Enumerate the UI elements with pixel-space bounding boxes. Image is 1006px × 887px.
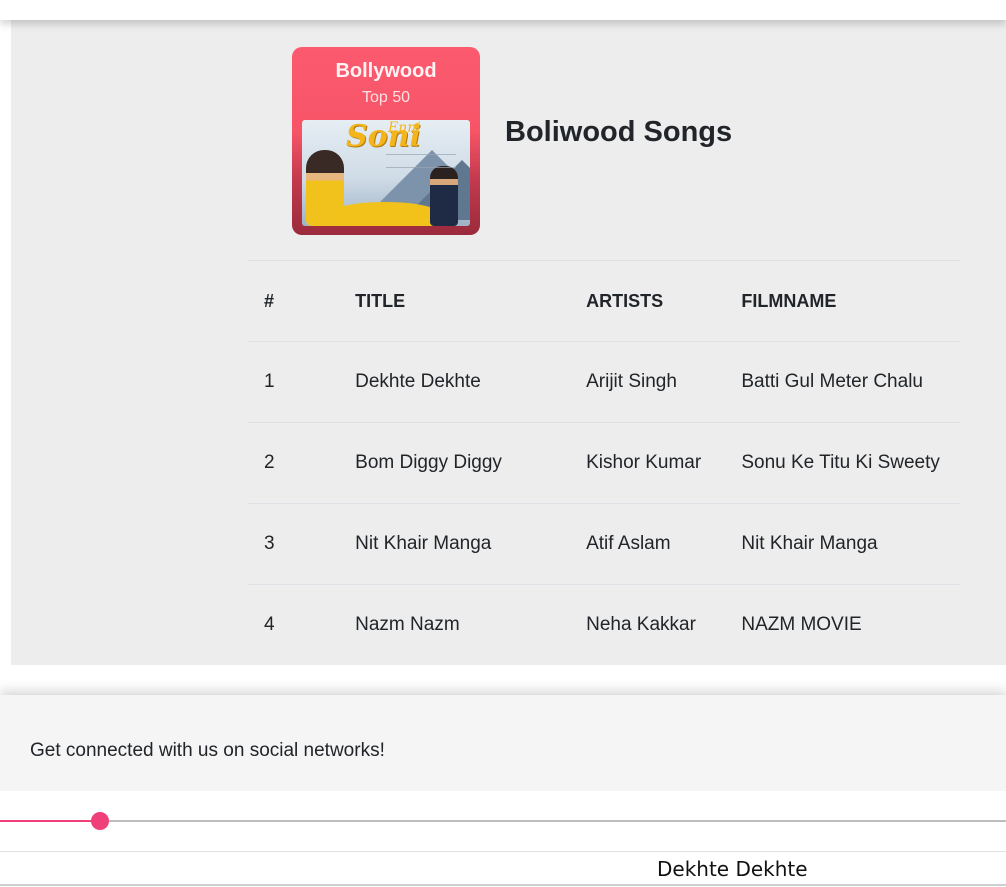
songs-table: # TITLE ARTISTS FILMNAME 1 Dekhte Dekhte… <box>248 260 960 665</box>
song-film: Sonu Ke Titu Ki Sweety <box>741 422 960 504</box>
row-number: 4 <box>248 584 356 665</box>
audio-player: Dekhte Dekhte <box>0 791 1006 887</box>
row-number: 2 <box>248 422 356 504</box>
table-row[interactable]: 4 Nazm Nazm Neha Kakkar NAZM MOVIE <box>248 584 960 665</box>
song-film: Nit Khair Manga <box>741 503 960 585</box>
song-film: NAZM MOVIE <box>741 584 960 665</box>
column-header-title: TITLE <box>355 260 587 342</box>
cover-subtitle: Top 50 <box>361 89 411 106</box>
song-title[interactable]: Nit Khair Manga <box>355 503 587 585</box>
page-title: Boliwood Songs <box>505 116 733 148</box>
song-artist: Arijit Singh <box>586 341 742 423</box>
table-row[interactable]: 1 Dekhte Dekhte Arijit Singh Batti Gul M… <box>248 341 960 423</box>
song-title[interactable]: Dekhte Dekhte <box>355 341 587 423</box>
footer-social-text: Get connected with us on social networks… <box>30 740 385 761</box>
cover-title: Bollywood <box>335 60 437 82</box>
credits-lines <box>386 154 456 168</box>
table-header-row: # TITLE ARTISTS FILMNAME <box>248 260 960 342</box>
table-row[interactable]: 3 Nit Khair Manga Atif Aslam Nit Khair M… <box>248 503 960 585</box>
progress-track[interactable] <box>0 812 1006 830</box>
scarf-shape <box>330 202 440 226</box>
cover-artwork: Soni Enni <box>302 120 470 226</box>
cover-art-logo-top: Enni <box>388 120 421 136</box>
row-number: 1 <box>248 341 356 423</box>
main-content: Bollywood Top 50 Soni Enni Boliwood Song… <box>11 20 1006 665</box>
song-title[interactable]: Bom Diggy Diggy <box>355 422 587 504</box>
column-header-artists: ARTISTS <box>586 260 742 342</box>
top-navbar <box>0 0 1006 20</box>
song-artist: Atif Aslam <box>586 503 742 585</box>
album-cover-image: Bollywood Top 50 Soni Enni <box>292 47 480 235</box>
column-header-number: # <box>248 260 356 342</box>
song-title[interactable]: Nazm Nazm <box>355 584 587 665</box>
progress-handle[interactable] <box>90 812 109 830</box>
song-artist: Kishor Kumar <box>586 422 742 504</box>
song-artist: Neha Kakkar <box>586 584 742 665</box>
song-film: Batti Gul Meter Chalu <box>741 341 960 423</box>
woman-figure <box>306 150 344 226</box>
now-playing-title: Dekhte Dekhte <box>657 857 808 881</box>
player-divider <box>0 884 1006 886</box>
progress-fill <box>0 820 100 822</box>
table-row[interactable]: 2 Bom Diggy Diggy Kishor Kumar Sonu Ke T… <box>248 422 960 504</box>
row-number: 3 <box>248 503 356 585</box>
man-figure <box>430 166 458 226</box>
player-divider <box>0 851 1006 852</box>
footer: Get connected with us on social networks… <box>0 695 1006 791</box>
column-header-filmname: FILMNAME <box>741 260 960 342</box>
